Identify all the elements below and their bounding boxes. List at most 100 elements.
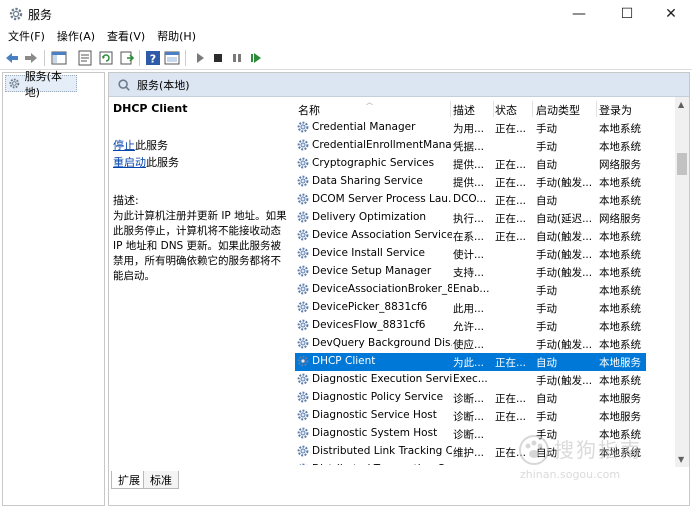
service-row[interactable]: Credential Manager 为用... 正在... 手动 本地系统 — [295, 119, 646, 137]
service-startup-type-cell: 手动(触发... — [536, 249, 593, 261]
service-gear-icon — [297, 283, 309, 295]
title-bar: 服务 — ☐ ✕ — [0, 0, 692, 28]
scroll-down-arrow-icon[interactable]: ▼ — [678, 455, 684, 464]
service-row[interactable]: CredentialEnrollmentMana... 凭据... 手动 本地系统 — [295, 137, 646, 155]
service-logon-cell: 本地系统 — [599, 231, 641, 243]
service-row[interactable]: Diagnostic Execution Service Exec... 手动(触发… — [295, 371, 646, 389]
service-startup-type-cell: 手动 — [536, 123, 557, 135]
service-logon-cell: 本地系统 — [599, 123, 641, 135]
service-logon-cell: 本地系统 — [599, 195, 641, 207]
vertical-scrollbar[interactable]: ▲ ▼ — [675, 97, 689, 467]
properties-icon[interactable] — [77, 50, 93, 66]
column-separator[interactable] — [450, 101, 451, 117]
tab-extended[interactable]: 扩展 — [111, 471, 147, 489]
service-logon-cell: 本地系统 — [599, 285, 641, 297]
window-title: 服务 — [28, 8, 53, 22]
menu-file[interactable]: 文件(F) — [0, 28, 51, 46]
help-icon[interactable]: ? — [145, 50, 161, 66]
play-icon[interactable] — [192, 50, 208, 66]
service-description-cell: 支持... — [453, 267, 485, 279]
service-row[interactable]: DHCP Client 为此... 正在... 自动 本地服务 — [295, 353, 646, 371]
toolbar-separator — [185, 50, 186, 66]
stop-service-link[interactable]: 停止 — [113, 139, 135, 152]
stop-service-suffix: 此服务 — [135, 139, 168, 152]
service-description-cell: 提供... — [453, 159, 485, 171]
show-tree-icon[interactable] — [51, 50, 67, 66]
service-row[interactable]: DevicePicker_8831cf6 此用... 手动 本地系统 — [295, 299, 646, 317]
column-header-status[interactable]: 状态 — [495, 102, 517, 118]
service-logon-cell: 本地系统 — [599, 267, 641, 279]
service-row[interactable]: Delivery Optimization 执行... 正在... 自动(延迟... 网… — [295, 209, 646, 227]
service-startup-type-cell: 手动 — [536, 285, 557, 297]
service-name-cell: Data Sharing Service — [312, 175, 423, 187]
maximize-button[interactable]: ☐ — [604, 0, 650, 28]
service-row[interactable]: Cryptographic Services 提供... 正在... 自动 网络服务 — [295, 155, 646, 173]
service-row[interactable]: Diagnostic Service Host 诊断... 正在... 手动 本地服务 — [295, 407, 646, 425]
service-row[interactable]: Device Install Service 使计... 手动(触发... 本地系统 — [295, 245, 646, 263]
service-gear-icon — [297, 301, 309, 313]
service-row[interactable]: DevicesFlow_8831cf6 允许... 手动 本地系统 — [295, 317, 646, 335]
service-row[interactable]: Device Setup Manager 支持... 手动(触发... 本地系统 — [295, 263, 646, 281]
service-logon-cell: 网络服务 — [599, 159, 641, 171]
sort-ascending-icon: ︿ — [366, 98, 373, 106]
console-icon[interactable] — [164, 50, 180, 66]
column-separator[interactable] — [493, 101, 494, 117]
menu-help[interactable]: 帮助(H) — [151, 28, 202, 46]
service-name-cell: Diagnostic Service Host — [312, 409, 437, 421]
service-row[interactable]: DCOM Server Process Lau... DCO... 正在... 自动 本… — [295, 191, 646, 209]
services-list: 名称 ︿ 描述 状态 启动类型 登录为 Credential Manager 为用… — [288, 97, 689, 465]
description-text: 为此计算机注册并更新 IP 地址。如果此服务停止，计算机将不能接收动态 IP 地… — [113, 210, 287, 282]
scrollbar-thumb[interactable] — [677, 153, 687, 175]
service-row[interactable]: DeviceAssociationBroker_8... Enab... 手动 本地系… — [295, 281, 646, 299]
service-description-cell: Exec... — [453, 373, 488, 385]
service-startup-type-cell: 手动(触发... — [536, 177, 593, 189]
stop-icon[interactable] — [210, 50, 226, 66]
service-row[interactable]: Device Association Service 在系... 正在... 自动(触… — [295, 227, 646, 245]
pause-icon[interactable] — [229, 50, 245, 66]
service-description-cell: 凭据... — [453, 141, 485, 153]
service-description-cell: 提供... — [453, 177, 485, 189]
service-gear-icon — [297, 427, 309, 439]
close-button[interactable]: ✕ — [648, 0, 692, 28]
menu-action[interactable]: 操作(A) — [51, 28, 101, 46]
forward-arrow-icon[interactable] — [23, 50, 39, 66]
back-arrow-icon[interactable] — [4, 50, 20, 66]
service-startup-type-cell: 自动 — [536, 393, 557, 405]
service-gear-icon — [297, 319, 309, 331]
service-logon-cell: 本地服务 — [599, 357, 641, 369]
service-description-cell: 为用... — [453, 123, 485, 135]
menu-view[interactable]: 查看(V) — [101, 28, 151, 46]
service-description-cell: 此用... — [453, 303, 485, 315]
column-separator[interactable] — [532, 101, 533, 117]
service-startup-type-cell: 自动(延迟... — [536, 213, 593, 225]
refresh-icon[interactable] — [98, 50, 114, 66]
restart-icon[interactable] — [248, 50, 264, 66]
service-startup-type-cell: 手动 — [536, 303, 557, 315]
svg-text:?: ? — [150, 53, 156, 66]
service-startup-type-cell: 手动 — [536, 141, 557, 153]
restart-service-link[interactable]: 重启动 — [113, 156, 146, 169]
column-header-logon-as[interactable]: 登录为 — [599, 102, 632, 118]
service-startup-type-cell: 手动(触发... — [536, 339, 593, 351]
column-header-name[interactable]: 名称 — [298, 102, 320, 118]
service-row[interactable]: Diagnostic Policy Service 诊断... 正在... 自动 本地服… — [295, 389, 646, 407]
service-logon-cell: 本地系统 — [599, 321, 641, 333]
service-row[interactable]: Data Sharing Service 提供... 正在... 手动(触发... 本地… — [295, 173, 646, 191]
service-description-cell: 维护... — [453, 447, 485, 459]
column-header-description[interactable]: 描述 — [453, 102, 475, 118]
column-header-startup-type[interactable]: 启动类型 — [536, 102, 580, 118]
service-status-cell: 正在... — [495, 195, 527, 207]
minimize-button[interactable]: — — [556, 0, 602, 28]
service-startup-type-cell: 自动 — [536, 159, 557, 171]
service-name-cell: CredentialEnrollmentMana... — [312, 139, 452, 151]
service-row[interactable]: DevQuery Background Dis... 使应... 手动(触发... 本… — [295, 335, 646, 353]
column-separator[interactable] — [596, 101, 597, 117]
service-description-cell: Enab... — [453, 283, 490, 295]
service-name-cell: Diagnostic Execution Service — [312, 373, 452, 385]
export-list-icon[interactable] — [119, 50, 135, 66]
tree-item-services-local[interactable]: 服务(本地) — [5, 70, 77, 99]
service-status-cell: 正在... — [495, 357, 527, 369]
scroll-up-arrow-icon[interactable]: ▲ — [678, 100, 684, 109]
service-startup-type-cell: 手动 — [536, 321, 557, 333]
tab-standard[interactable]: 标准 — [143, 471, 179, 489]
